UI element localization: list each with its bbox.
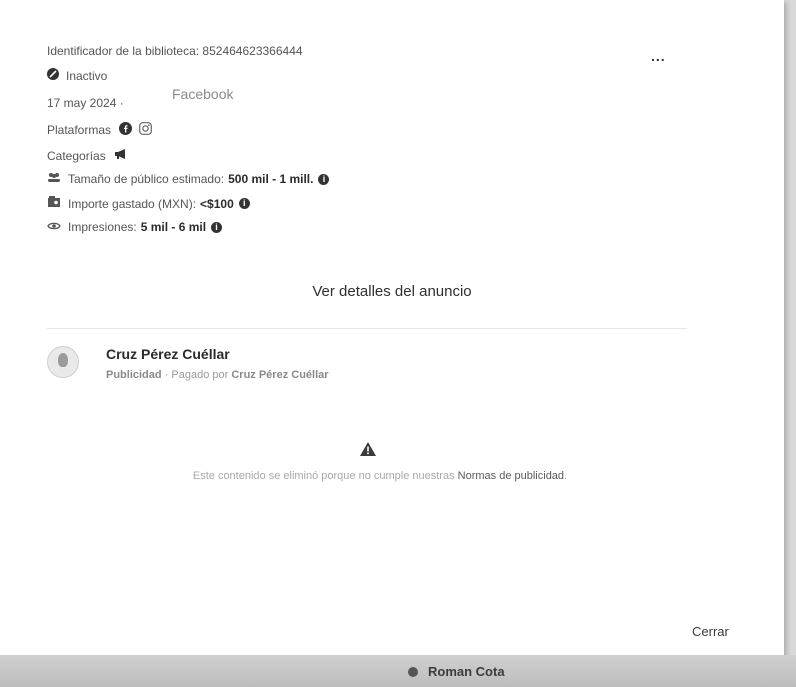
impressions-value: 5 mil - 6 mil (140, 220, 207, 234)
impressions-label: Impresiones: (68, 220, 137, 234)
taskbar: Roman Cota (0, 655, 796, 687)
ad-standards-link[interactable]: Normas de publicidad (458, 470, 564, 482)
audience-label: Tamaño de público estimado: (68, 172, 225, 186)
money-icon (47, 196, 61, 211)
advertiser-name[interactable]: Cruz Pérez Cuéllar (106, 346, 230, 362)
audience-value: 500 mil - 1 mill. (228, 172, 314, 186)
ad-detail-panel: Identificador de la biblioteca: 85246462… (0, 0, 784, 660)
date-row: 17 may 2024 · (47, 96, 124, 110)
info-icon[interactable]: i (318, 173, 330, 185)
status-text: Inactivo (66, 68, 108, 83)
megaphone-icon (114, 148, 128, 163)
instagram-icon (139, 122, 152, 138)
info-icon[interactable]: i (238, 198, 250, 209)
advertiser-subtitle: Publicidad · Pagado por Cruz Pérez Cuéll… (106, 369, 329, 381)
categories-row: Categorías (47, 148, 135, 163)
removed-message-end: . (564, 470, 568, 482)
facebook-icon (119, 122, 133, 138)
library-id-text: Identificador de la biblioteca: 85246462… (47, 44, 303, 58)
run-date: 17 may 2024 · (47, 96, 124, 110)
status-icon (47, 68, 59, 83)
eye-icon (47, 220, 61, 234)
sponsored-label: Publicidad (106, 369, 162, 381)
advertiser-avatar[interactable] (47, 346, 79, 378)
platforms-label: Plataformas (47, 123, 112, 137)
status-row: Inactivo (47, 68, 107, 83)
spent-value: <$100 (200, 196, 234, 211)
paid-by-prefix: · Pagado por (161, 369, 232, 381)
view-ad-details-button[interactable]: Ver detalles del anuncio (0, 283, 784, 300)
impressions-row: Impresiones: 5 mil - 6 mil i (47, 220, 223, 234)
library-id: Identificador de la biblioteca: 85246462… (47, 44, 303, 58)
categories-label: Categorías (47, 148, 106, 163)
warning-icon (359, 441, 377, 462)
audience-row: Tamaño de público estimado: 500 mil - 1 … (47, 172, 330, 186)
close-button[interactable]: Cerrar (692, 624, 729, 639)
paid-by-name: Cruz Pérez Cuéllar (231, 369, 329, 381)
removed-message-text: Este contenido se eliminó porque no cump… (192, 470, 458, 482)
spent-label: Importe gastado (MXN): (68, 196, 197, 211)
platforms-row: Plataformas (47, 122, 159, 138)
divider (47, 328, 687, 329)
spent-row: Importe gastado (MXN): <$100 i (47, 196, 250, 211)
removed-content-message: Este contenido se eliminó porque no cump… (120, 469, 640, 484)
audience-icon (47, 172, 61, 186)
platform-overlay-text: Facebook (172, 86, 234, 102)
taskbar-user-name: Roman Cota (428, 664, 505, 679)
taskbar-user[interactable]: Roman Cota (408, 664, 505, 679)
info-icon[interactable]: i (211, 221, 223, 233)
user-status-icon (408, 666, 418, 677)
more-options-button[interactable]: ... (651, 48, 666, 64)
